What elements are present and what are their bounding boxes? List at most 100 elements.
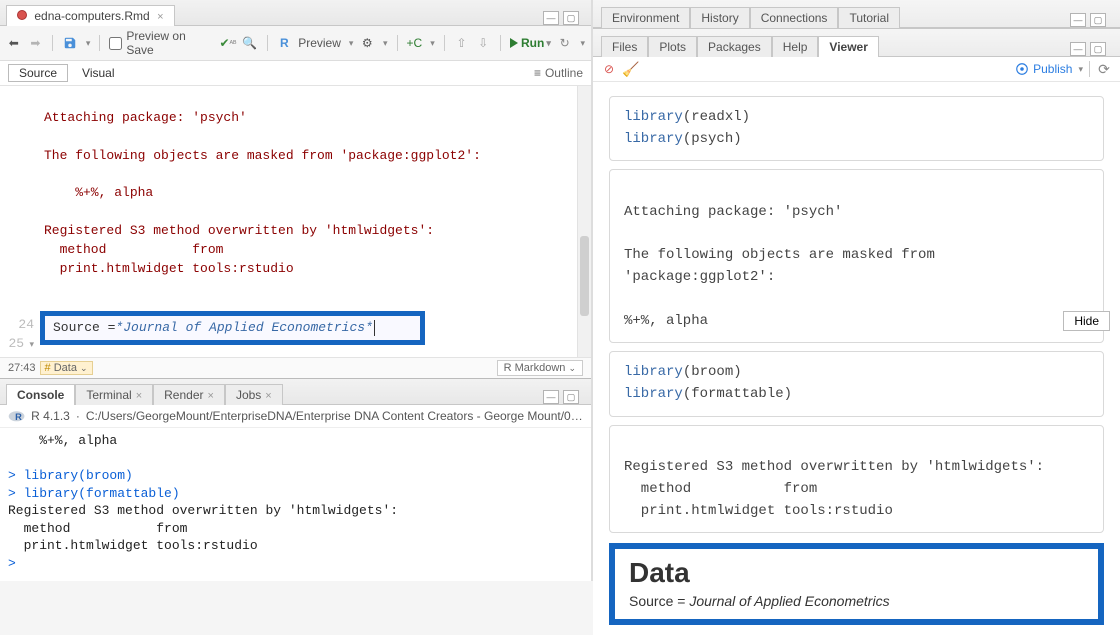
maximize-pane-icon[interactable]: ▢ xyxy=(563,390,579,404)
tab-console[interactable]: Console xyxy=(6,384,75,405)
language-selector[interactable]: R Markdown ⌄ xyxy=(497,360,583,376)
mode-visual-button[interactable]: Visual xyxy=(72,65,124,81)
source-tabstrip: edna-computers.Rmd × — ▢ xyxy=(0,0,591,26)
preview-button[interactable]: Preview xyxy=(298,36,341,50)
source-mode-bar: Source Visual ≡ Outline xyxy=(0,61,591,86)
tab-plots[interactable]: Plots xyxy=(648,36,697,57)
maximize-pane-icon[interactable]: ▢ xyxy=(1090,42,1106,56)
cursor-position: 27:43 xyxy=(8,362,36,374)
data-heading: Data xyxy=(629,557,1084,589)
console-line: Registered S3 method overwritten by 'htm… xyxy=(8,503,398,518)
source-toolbar: ⬅ ➡ ▾ Preview on Save ✔ᴬᴮ 🔍 R Preview ▾ xyxy=(0,26,591,61)
tab-tutorial[interactable]: Tutorial xyxy=(838,7,900,28)
source-line-prefix: Source = xyxy=(53,319,115,338)
console-line: method from xyxy=(8,521,187,536)
close-icon[interactable]: × xyxy=(136,390,142,402)
right-upper-tabstrip: Environment History Connections Tutorial… xyxy=(593,0,1120,28)
r-version: R 4.1.3 xyxy=(31,409,70,423)
preview-menu-icon[interactable]: ▾ xyxy=(349,38,354,49)
tab-packages[interactable]: Packages xyxy=(697,36,772,57)
publish-label: Publish xyxy=(1033,62,1072,76)
restart-icon[interactable]: ↻ xyxy=(557,35,573,51)
minimize-pane-icon[interactable]: — xyxy=(1070,13,1086,27)
console-prompt[interactable]: > xyxy=(8,556,24,571)
console-tabstrip: Console Terminal× Render× Jobs× — ▢ xyxy=(0,379,591,405)
rendered-data-section: Data Source = Journal of Applied Econome… xyxy=(609,543,1104,625)
close-tab-icon[interactable]: × xyxy=(157,11,163,23)
viewer-body[interactable]: library(readxl) library(psych) Attaching… xyxy=(593,82,1120,635)
run-icon xyxy=(510,38,518,48)
output-line: Attaching package: 'psych' xyxy=(44,110,247,125)
data-paragraph: Source = Journal of Applied Econometrics xyxy=(629,593,1084,609)
tab-connections[interactable]: Connections xyxy=(750,7,839,28)
console-output[interactable]: %+%, alpha > library(broom) > library(fo… xyxy=(0,428,591,581)
tab-history[interactable]: History xyxy=(690,7,749,28)
minimize-pane-icon[interactable]: — xyxy=(543,11,559,25)
close-icon[interactable]: × xyxy=(208,390,214,402)
back-icon[interactable]: ⬅ xyxy=(6,35,22,51)
go-prev-icon[interactable]: ⇧ xyxy=(454,35,470,51)
run-label: Run xyxy=(521,36,544,50)
r-working-dir: C:/Users/GeorgeMount/EnterpriseDNA/Enter… xyxy=(86,409,583,423)
maximize-pane-icon[interactable]: ▢ xyxy=(1090,13,1106,27)
tab-environment[interactable]: Environment xyxy=(601,7,690,28)
hide-button[interactable]: Hide xyxy=(1063,311,1110,331)
outline-toggle[interactable]: ≡ Outline xyxy=(534,66,583,80)
knit-icon[interactable]: R xyxy=(277,35,293,51)
right-lower-tabstrip: Files Plots Packages Help Viewer — ▢ xyxy=(593,28,1120,57)
viewer-toolbar: ⊘ 🧹 Publish ▾ ⟳ xyxy=(593,57,1120,82)
output-block: Attaching package: 'psych' The following… xyxy=(609,169,1104,343)
scrollbar-thumb[interactable] xyxy=(580,236,589,316)
tab-files[interactable]: Files xyxy=(601,36,648,57)
file-tab[interactable]: edna-computers.Rmd × xyxy=(6,5,175,26)
preview-on-save-label: Preview on Save xyxy=(126,29,214,57)
tab-viewer[interactable]: Viewer xyxy=(818,36,878,57)
rmd-icon xyxy=(17,10,27,20)
section-chip[interactable]: # Data ⌄ xyxy=(40,361,93,375)
r-logo-icon: R xyxy=(8,409,25,423)
highlighted-source-line: Source = *Journal of Applied Econometric… xyxy=(40,311,425,345)
output-line: print.htmlwidget tools:rstudio xyxy=(44,261,294,276)
go-next-icon[interactable]: ⇩ xyxy=(475,35,491,51)
run-button[interactable]: Run ▾ xyxy=(510,36,551,50)
source-line-italic: *Journal of Applied Econometrics* xyxy=(115,319,372,338)
file-tab-label: edna-computers.Rmd xyxy=(34,9,149,23)
editor-body[interactable]: 24 25 ▾ 26 27 28 Attaching package: 'psy… xyxy=(0,86,591,357)
clear-viewer-icon[interactable]: 🧹 xyxy=(623,61,639,77)
output-block: Registered S3 method overwritten by 'htm… xyxy=(609,425,1104,534)
refresh-viewer-icon[interactable]: ⟳ xyxy=(1096,61,1112,77)
mode-source-button[interactable]: Source xyxy=(8,64,68,82)
code-block: library(readxl) library(psych) xyxy=(609,96,1104,161)
publish-button[interactable]: Publish ▾ xyxy=(1015,62,1083,76)
console-line: %+%, alpha xyxy=(8,433,117,448)
output-line: %+%, alpha xyxy=(44,185,153,200)
maximize-pane-icon[interactable]: ▢ xyxy=(563,11,579,25)
output-line: Registered S3 method overwritten by 'htm… xyxy=(44,223,434,238)
output-line: method from xyxy=(44,242,223,257)
text-cursor xyxy=(374,320,375,336)
close-icon[interactable]: × xyxy=(265,390,271,402)
find-icon[interactable]: 🔍 xyxy=(242,35,258,51)
console-line: print.htmlwidget tools:rstudio xyxy=(8,538,258,553)
outline-label: Outline xyxy=(545,66,583,80)
minimize-pane-icon[interactable]: — xyxy=(1070,42,1086,56)
tab-jobs[interactable]: Jobs× xyxy=(225,384,283,405)
settings-icon[interactable]: ⚙ xyxy=(359,35,375,51)
spellcheck-icon[interactable]: ✔ᴬᴮ xyxy=(220,35,236,51)
minimize-pane-icon[interactable]: — xyxy=(543,390,559,404)
tab-terminal[interactable]: Terminal× xyxy=(75,384,153,405)
svg-text:R: R xyxy=(15,412,22,422)
editor-status-bar: 27:43 # Data ⌄ R Markdown ⌄ xyxy=(0,357,591,378)
insert-chunk-icon[interactable]: +C xyxy=(407,35,423,51)
tab-help[interactable]: Help xyxy=(772,36,819,57)
preview-on-save-input[interactable] xyxy=(109,37,122,50)
remove-viewer-icon[interactable]: ⊘ xyxy=(601,61,617,77)
output-line: The following objects are masked from 'p… xyxy=(44,148,481,163)
console-path-row: R R 4.1.3 · C:/Users/GeorgeMount/Enterpr… xyxy=(0,405,591,428)
editor-scrollbar[interactable] xyxy=(577,86,591,357)
forward-icon[interactable]: ➡ xyxy=(28,35,44,51)
preview-on-save-checkbox[interactable]: Preview on Save xyxy=(109,29,214,57)
save-icon[interactable] xyxy=(62,35,78,51)
save-menu-icon[interactable]: ▾ xyxy=(86,38,91,49)
tab-render[interactable]: Render× xyxy=(153,384,225,405)
